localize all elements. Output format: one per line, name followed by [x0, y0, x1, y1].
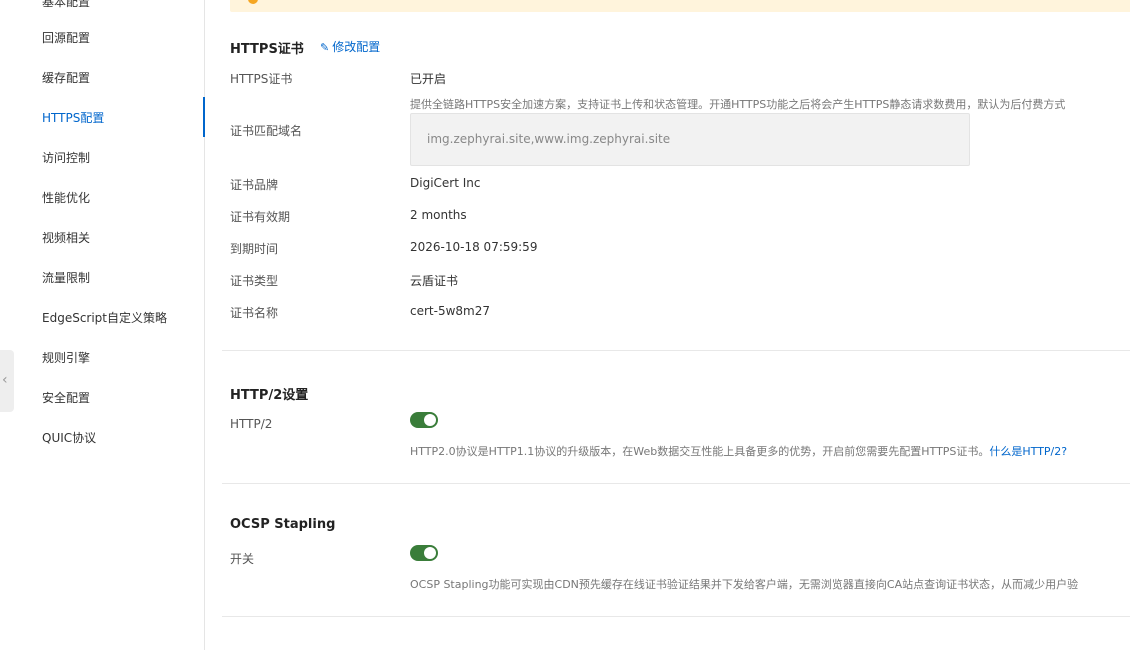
- http2-description-row: HTTP2.0协议是HTTP1.1协议的升级版本，在Web数据交互性能上具备更多…: [410, 443, 1067, 459]
- sidebar-collapse-button[interactable]: ‹: [0, 350, 14, 412]
- toggle-knob: [424, 414, 436, 426]
- http2-description: HTTP2.0协议是HTTP1.1协议的升级版本，在Web数据交互性能上具备更多…: [410, 445, 990, 458]
- sidebar-item-origin-config[interactable]: 回源配置: [42, 24, 90, 52]
- cert-brand-value: DigiCert Inc: [410, 176, 481, 190]
- main-content: HTTPS证书 ✎ 修改配置 HTTPS证书 已开启 提供全链路HTTPS安全加速…: [206, 0, 1130, 650]
- chevron-left-icon: ‹: [2, 372, 8, 388]
- sidebar-item-quic[interactable]: QUIC协议: [42, 424, 96, 452]
- cert-brand-label: 证书品牌: [230, 178, 279, 192]
- sidebar-item-rule-engine[interactable]: 规则引擎: [42, 344, 90, 372]
- sidebar-item-https-config[interactable]: HTTPS配置: [42, 104, 104, 132]
- cert-expiry-label: 到期时间: [230, 242, 279, 256]
- ocsp-toggle[interactable]: [410, 545, 438, 561]
- section-divider: [222, 616, 1130, 617]
- cert-name-label: 证书名称: [230, 306, 279, 320]
- cert-type-value: 云盾证书: [410, 274, 459, 288]
- sidebar-item-edgescript[interactable]: EdgeScript自定义策略: [42, 304, 167, 332]
- section-divider: [222, 350, 1130, 351]
- https-status-value: 已开启: [410, 72, 447, 86]
- sidebar-item-cache-config[interactable]: 缓存配置: [42, 64, 90, 92]
- notice-banner: [230, 0, 1130, 12]
- sidebar-nav: 基本配置 回源配置 缓存配置 HTTPS配置 访问控制 性能优化 视频相关 流量…: [0, 0, 205, 650]
- cert-validity-label: 证书有效期: [230, 210, 291, 224]
- toggle-knob: [424, 547, 436, 559]
- cert-expiry-value: 2026-10-18 07:59:59: [410, 240, 538, 254]
- http2-toggle[interactable]: [410, 412, 438, 428]
- https-status-label: HTTPS证书: [230, 72, 293, 86]
- warning-icon: [248, 0, 258, 4]
- cert-validity-value: 2 months: [410, 208, 467, 222]
- cert-name-value: cert-5w8m27: [410, 304, 490, 318]
- section-divider: [222, 483, 1130, 484]
- cert-domain-value: img.zephyrai.site,www.img.zephyrai.site: [427, 132, 671, 146]
- sidebar-active-indicator: [203, 97, 205, 137]
- sidebar-item-security[interactable]: 安全配置: [42, 384, 90, 412]
- ocsp-section-title: OCSP Stapling: [230, 517, 336, 532]
- edit-config-link[interactable]: ✎ 修改配置: [320, 38, 380, 55]
- https-section-title: HTTPS证书: [230, 42, 304, 57]
- what-is-http2-link[interactable]: 什么是HTTP/2?: [989, 445, 1067, 458]
- pencil-icon: ✎: [320, 41, 330, 54]
- cert-domain-field: img.zephyrai.site,www.img.zephyrai.site: [410, 113, 970, 166]
- sidebar-item-access-control[interactable]: 访问控制: [42, 144, 90, 172]
- https-description: 提供全链路HTTPS安全加速方案，支持证书上传和状态管理。开通HTTPS功能之后…: [410, 98, 1066, 111]
- edit-config-label: 修改配置: [332, 40, 381, 54]
- sidebar-item-traffic-limit[interactable]: 流量限制: [42, 264, 90, 292]
- http2-label: HTTP/2: [230, 417, 273, 431]
- sidebar-item-video[interactable]: 视频相关: [42, 224, 90, 252]
- cert-domain-label: 证书匹配域名: [230, 124, 303, 138]
- sidebar-item-performance[interactable]: 性能优化: [42, 184, 90, 212]
- cdn-config-page: 基本配置 回源配置 缓存配置 HTTPS配置 访问控制 性能优化 视频相关 流量…: [0, 0, 1130, 650]
- ocsp-description: OCSP Stapling功能可实现由CDN预先缓存在线证书验证结果并下发给客户…: [410, 578, 1079, 591]
- ocsp-switch-label: 开关: [230, 552, 255, 566]
- cert-type-label: 证书类型: [230, 274, 279, 288]
- sidebar-item-basic-config[interactable]: 基本配置: [42, 0, 90, 16]
- http2-section-title: HTTP/2设置: [230, 388, 309, 403]
